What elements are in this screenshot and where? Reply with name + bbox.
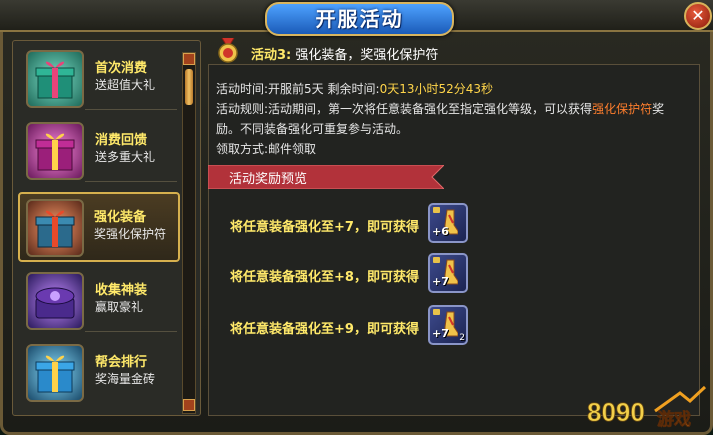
reward-condition: 将任意装备强化至+9，即可获得 bbox=[230, 322, 419, 337]
activity-desc: 奖海量金砖 bbox=[95, 372, 156, 386]
claim-value: 邮件领取 bbox=[268, 142, 317, 156]
rule-highlight: 强化保护符 bbox=[592, 102, 653, 116]
activity-name: 消费回馈 bbox=[95, 133, 148, 148]
activity-name: 收集神装 bbox=[95, 283, 148, 298]
item-count: 2 bbox=[459, 333, 465, 343]
scroll-down-button[interactable] bbox=[183, 399, 195, 411]
scroll-thumb[interactable] bbox=[185, 69, 193, 105]
reward-item-slot[interactable]: +7 bbox=[428, 253, 468, 293]
rule-text-end: 奖 bbox=[652, 102, 665, 116]
activity-desc: 赢取豪礼 bbox=[95, 300, 144, 314]
reward-condition: 将任意装备强化至+7，即可获得 bbox=[230, 220, 419, 235]
gift-box-icon bbox=[26, 122, 84, 180]
medal-icon bbox=[218, 37, 238, 63]
rule-text: 活动期间，第一次将任意装备强化至指定强化等级，可以获得 bbox=[268, 102, 593, 116]
activity-rule-line: 活动规则:活动期间，第一次将任意装备强化至指定强化等级，可以获得强化保护符奖 bbox=[216, 100, 664, 117]
activity-number: 活动3: bbox=[251, 48, 292, 63]
activity-name: 帮会排行 bbox=[95, 355, 148, 370]
claim-method-line: 领取方式:邮件领取 bbox=[216, 140, 316, 157]
gift-box-icon bbox=[26, 50, 84, 108]
activity-name: 首次消费 bbox=[95, 61, 148, 76]
enhance-level: +7 bbox=[432, 327, 449, 340]
divider bbox=[85, 181, 177, 182]
activity-list-scrollbar[interactable] bbox=[182, 52, 196, 414]
window-title: 开服活动 bbox=[265, 2, 454, 36]
time-value: 开服前5天 bbox=[268, 82, 324, 96]
reward-condition: 将任意装备强化至+8，即可获得 bbox=[230, 270, 419, 285]
activity-name: 强化装备 bbox=[94, 210, 147, 225]
gift-box-icon bbox=[26, 344, 84, 402]
activity-item-guild-ranking[interactable]: 帮会排行 奖海量金砖 bbox=[21, 341, 179, 405]
gift-box-icon bbox=[26, 199, 84, 257]
gift-box-icon bbox=[26, 272, 84, 330]
reward-preview-title: 活动奖励预览 bbox=[229, 172, 308, 187]
logo-brand: 游戏 bbox=[657, 409, 691, 430]
reward-item-slot[interactable]: +6 bbox=[428, 203, 468, 243]
activity-desc: 送多重大礼 bbox=[95, 150, 156, 164]
lock-icon bbox=[433, 309, 440, 315]
close-button[interactable]: ✕ bbox=[684, 2, 712, 30]
reward-item-slot[interactable]: +7 2 bbox=[428, 305, 468, 345]
time-label: 活动时间: bbox=[216, 82, 269, 96]
activity-desc: 奖强化保护符 bbox=[94, 227, 167, 241]
divider bbox=[85, 331, 177, 332]
remaining-label: 剩余时间: bbox=[327, 82, 380, 96]
activity-item-first-purchase[interactable]: 首次消费 送超值大礼 bbox=[21, 47, 179, 111]
rule-label: 活动规则: bbox=[216, 102, 269, 116]
activity-item-enhance-equipment[interactable]: 强化装备 奖强化保护符 bbox=[18, 192, 180, 262]
logo-number: 8090 bbox=[587, 397, 645, 427]
activity-item-purchase-rebate[interactable]: 消费回馈 送多重大礼 bbox=[21, 119, 179, 183]
activity-rule-line-2: 励。不同装备强化可重复参与活动。 bbox=[216, 122, 409, 136]
activity-list: 首次消费 送超值大礼 消费回馈 送多重大礼 强化装备 奖强化保护符 收集神装 赢… bbox=[12, 40, 201, 416]
scroll-up-button[interactable] bbox=[183, 53, 195, 65]
lock-icon bbox=[433, 207, 440, 213]
lock-icon bbox=[433, 257, 440, 263]
activity-desc: 送超值大礼 bbox=[95, 78, 156, 92]
activity-time-line: 活动时间:开服前5天 剩余时间:0天13小时52分43秒 bbox=[216, 80, 493, 97]
activity-heading: 活动3: 强化装备，奖强化保护符 bbox=[251, 44, 438, 63]
divider bbox=[85, 109, 177, 110]
remaining-value: 0天13小时52分43秒 bbox=[379, 82, 494, 96]
activity-item-collect-gear[interactable]: 收集神装 赢取豪礼 bbox=[21, 269, 179, 333]
claim-label: 领取方式: bbox=[216, 142, 269, 156]
activity-heading-text: 强化装备，奖强化保护符 bbox=[295, 48, 439, 63]
enhance-level: +6 bbox=[432, 225, 449, 238]
enhance-level: +7 bbox=[432, 275, 449, 288]
site-logo: 8090 游戏 bbox=[587, 385, 707, 430]
